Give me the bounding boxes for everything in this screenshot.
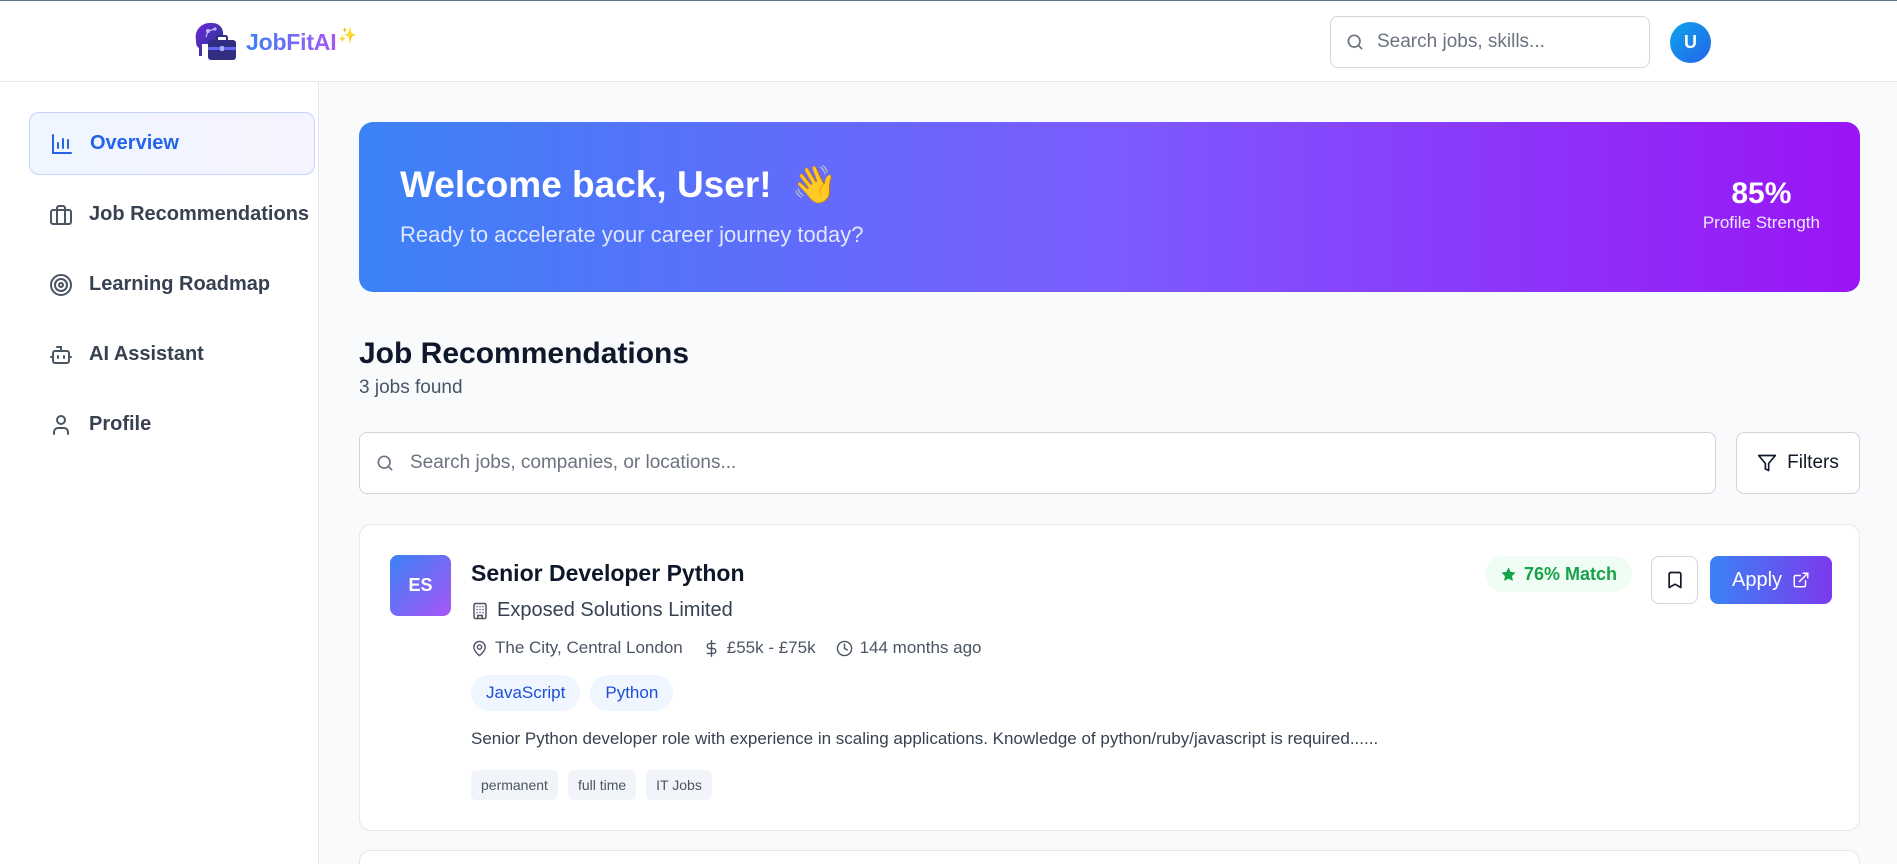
star-icon — [1501, 566, 1516, 581]
welcome-title: Welcome back, User! 👋 — [400, 164, 838, 207]
bookmark-icon — [1667, 571, 1682, 589]
sidebar-item-ai-assistant[interactable]: AI Assistant — [29, 323, 315, 386]
map-pin-icon — [473, 640, 486, 656]
filters-button[interactable]: Filters — [1736, 432, 1860, 494]
job-card[interactable] — [359, 850, 1860, 864]
job-search-box[interactable] — [359, 432, 1716, 494]
job-tags: permanent full time IT Jobs — [471, 770, 712, 800]
sidebar-item-label: Job Recommendations — [89, 203, 310, 225]
filter-icon — [1757, 454, 1777, 472]
sidebar: Overview Job Recommendations Learning Ro… — [0, 82, 319, 864]
job-posted-text: 144 months ago — [859, 638, 982, 657]
user-icon — [53, 414, 69, 435]
global-search-input[interactable] — [1377, 31, 1627, 53]
skill-chip: JavaScript — [471, 675, 581, 711]
search-icon — [1347, 34, 1363, 50]
section-title: Job Recommendations — [359, 337, 690, 370]
user-avatar[interactable]: U — [1670, 22, 1711, 63]
company-logo: ES — [390, 555, 451, 616]
job-salary: £55k - £75k — [703, 638, 816, 658]
welcome-banner: Welcome back, User! 👋 Ready to accelerat… — [359, 122, 1860, 292]
apply-label: Apply — [1731, 568, 1783, 591]
dollar-icon — [706, 639, 717, 657]
jobs-count: 3 jobs found — [359, 377, 463, 398]
sidebar-item-label: Overview — [90, 132, 179, 154]
welcome-title-text: Welcome back, User! — [400, 164, 772, 205]
job-search-input[interactable] — [410, 452, 1660, 474]
sidebar-item-label: Profile — [89, 413, 152, 435]
job-location-text: The City, Central London — [495, 638, 683, 657]
waving-hand-icon: 👋 — [791, 164, 838, 205]
job-posted: 144 months ago — [836, 638, 982, 658]
filters-label: Filters — [1787, 452, 1839, 473]
welcome-subtitle: Ready to accelerate your career journey … — [400, 222, 864, 247]
profile-strength: 85% Profile Strength — [1703, 177, 1820, 233]
sidebar-item-overview[interactable]: Overview — [29, 112, 315, 175]
brain-briefcase-logo-icon — [195, 22, 236, 60]
job-salary-text: £55k - £75k — [726, 638, 816, 657]
company-line: Exposed Solutions Limited — [471, 599, 733, 622]
skill-chip: Python — [590, 675, 674, 711]
sidebar-item-label: Learning Roadmap — [89, 273, 271, 295]
target-icon — [50, 273, 72, 296]
job-description: Senior Python developer role with experi… — [471, 729, 1379, 748]
global-search-box[interactable] — [1330, 16, 1650, 68]
job-card[interactable]: ES Senior Developer Python Exposed Solut… — [359, 524, 1860, 831]
job-tag: permanent — [471, 770, 558, 800]
brand-logo[interactable]: JobFitAI ✨ — [190, 18, 357, 66]
sparkle-icon: ✨ — [338, 27, 358, 44]
building-icon — [473, 602, 487, 619]
apply-button[interactable]: Apply — [1710, 556, 1832, 604]
job-tag: full time — [567, 770, 637, 800]
job-location: The City, Central London — [471, 638, 683, 658]
briefcase-icon — [50, 204, 72, 225]
sidebar-item-label: AI Assistant — [89, 343, 204, 365]
sidebar-item-learning-roadmap[interactable]: Learning Roadmap — [29, 253, 315, 316]
match-text: 76% Match — [1524, 563, 1618, 584]
job-meta: The City, Central London £55k - £75k 144… — [471, 638, 1002, 658]
top-bar: JobFitAI ✨ U — [0, 0, 1897, 82]
bookmark-button[interactable] — [1651, 556, 1698, 604]
sidebar-item-job-recommendations[interactable]: Job Recommendations — [29, 183, 315, 246]
brand-name: JobFitAI — [246, 28, 337, 55]
bot-icon — [50, 345, 72, 364]
match-badge: 76% Match — [1485, 556, 1633, 592]
search-icon — [377, 455, 393, 471]
profile-strength-value: 85% — [1731, 177, 1792, 210]
profile-strength-label: Profile Strength — [1702, 213, 1820, 232]
bar-chart-icon — [52, 133, 72, 154]
external-link-icon — [1793, 572, 1809, 588]
clock-icon — [836, 640, 852, 656]
company-name: Exposed Solutions Limited — [497, 599, 733, 621]
job-title[interactable]: Senior Developer Python — [471, 560, 745, 587]
sidebar-item-profile[interactable]: Profile — [29, 393, 315, 456]
job-tag: IT Jobs — [646, 770, 712, 800]
skill-chips: JavaScript Python — [471, 675, 674, 711]
